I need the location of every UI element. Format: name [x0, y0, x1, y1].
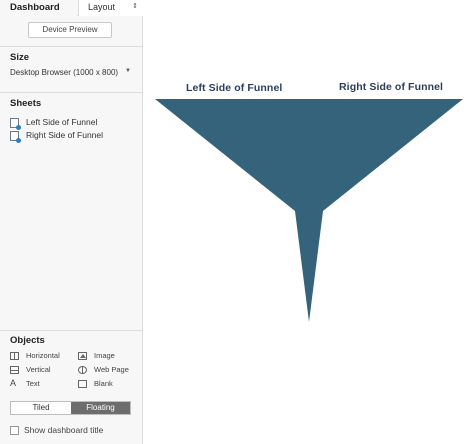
tab-layout[interactable]: Layout ⇕ — [78, 0, 143, 16]
funnel-left-half — [155, 99, 309, 322]
device-preview-button[interactable]: Device Preview — [28, 22, 112, 38]
object-label: Image — [94, 351, 115, 360]
object-label: Vertical — [26, 365, 51, 374]
show-title-label: Show dashboard title — [24, 425, 104, 435]
sidebar-tabs: Dashboard Layout ⇕ — [0, 0, 143, 16]
tiled-button[interactable]: Tiled — [11, 402, 71, 414]
image-icon — [78, 352, 87, 360]
tab-dashboard[interactable]: Dashboard — [0, 0, 77, 16]
object-label: Text — [26, 379, 40, 388]
vertical-container-icon — [10, 366, 19, 374]
size-dropdown[interactable]: Desktop Browser (1000 x 800) — [10, 68, 118, 77]
horizontal-container-icon — [10, 352, 19, 360]
tab-layout-label: Layout — [88, 2, 116, 12]
sheets-section-title: Sheets — [10, 98, 42, 109]
object-label: Blank — [94, 379, 113, 388]
floating-button[interactable]: Floating — [71, 402, 130, 414]
blank-icon — [78, 380, 87, 388]
sort-arrows-icon: ⇕ — [132, 3, 138, 10]
size-section-title: Size — [10, 52, 30, 63]
object-label: Horizontal — [26, 351, 60, 360]
web-page-icon — [78, 366, 87, 374]
divider — [0, 330, 143, 331]
layout-mode-toggle: Tiled Floating — [10, 401, 131, 415]
show-title-checkbox[interactable] — [10, 426, 19, 435]
sheet-item-label: Right Side of Funnel — [26, 130, 104, 140]
objects-section-title: Objects — [10, 335, 45, 346]
object-label: Web Page — [94, 365, 129, 374]
sheet-icon — [10, 131, 21, 143]
sheet-item-label: Left Side of Funnel — [26, 117, 98, 127]
sheet-icon — [10, 118, 21, 130]
funnel-graphic — [155, 99, 463, 322]
dashboard-sidebar: Dashboard Layout ⇕ Device Preview Size D… — [0, 0, 143, 444]
chevron-down-icon[interactable]: ▼ — [125, 68, 131, 74]
text-icon: A — [10, 378, 17, 388]
divider — [0, 46, 143, 47]
divider — [0, 92, 143, 93]
funnel-right-half — [309, 99, 463, 322]
